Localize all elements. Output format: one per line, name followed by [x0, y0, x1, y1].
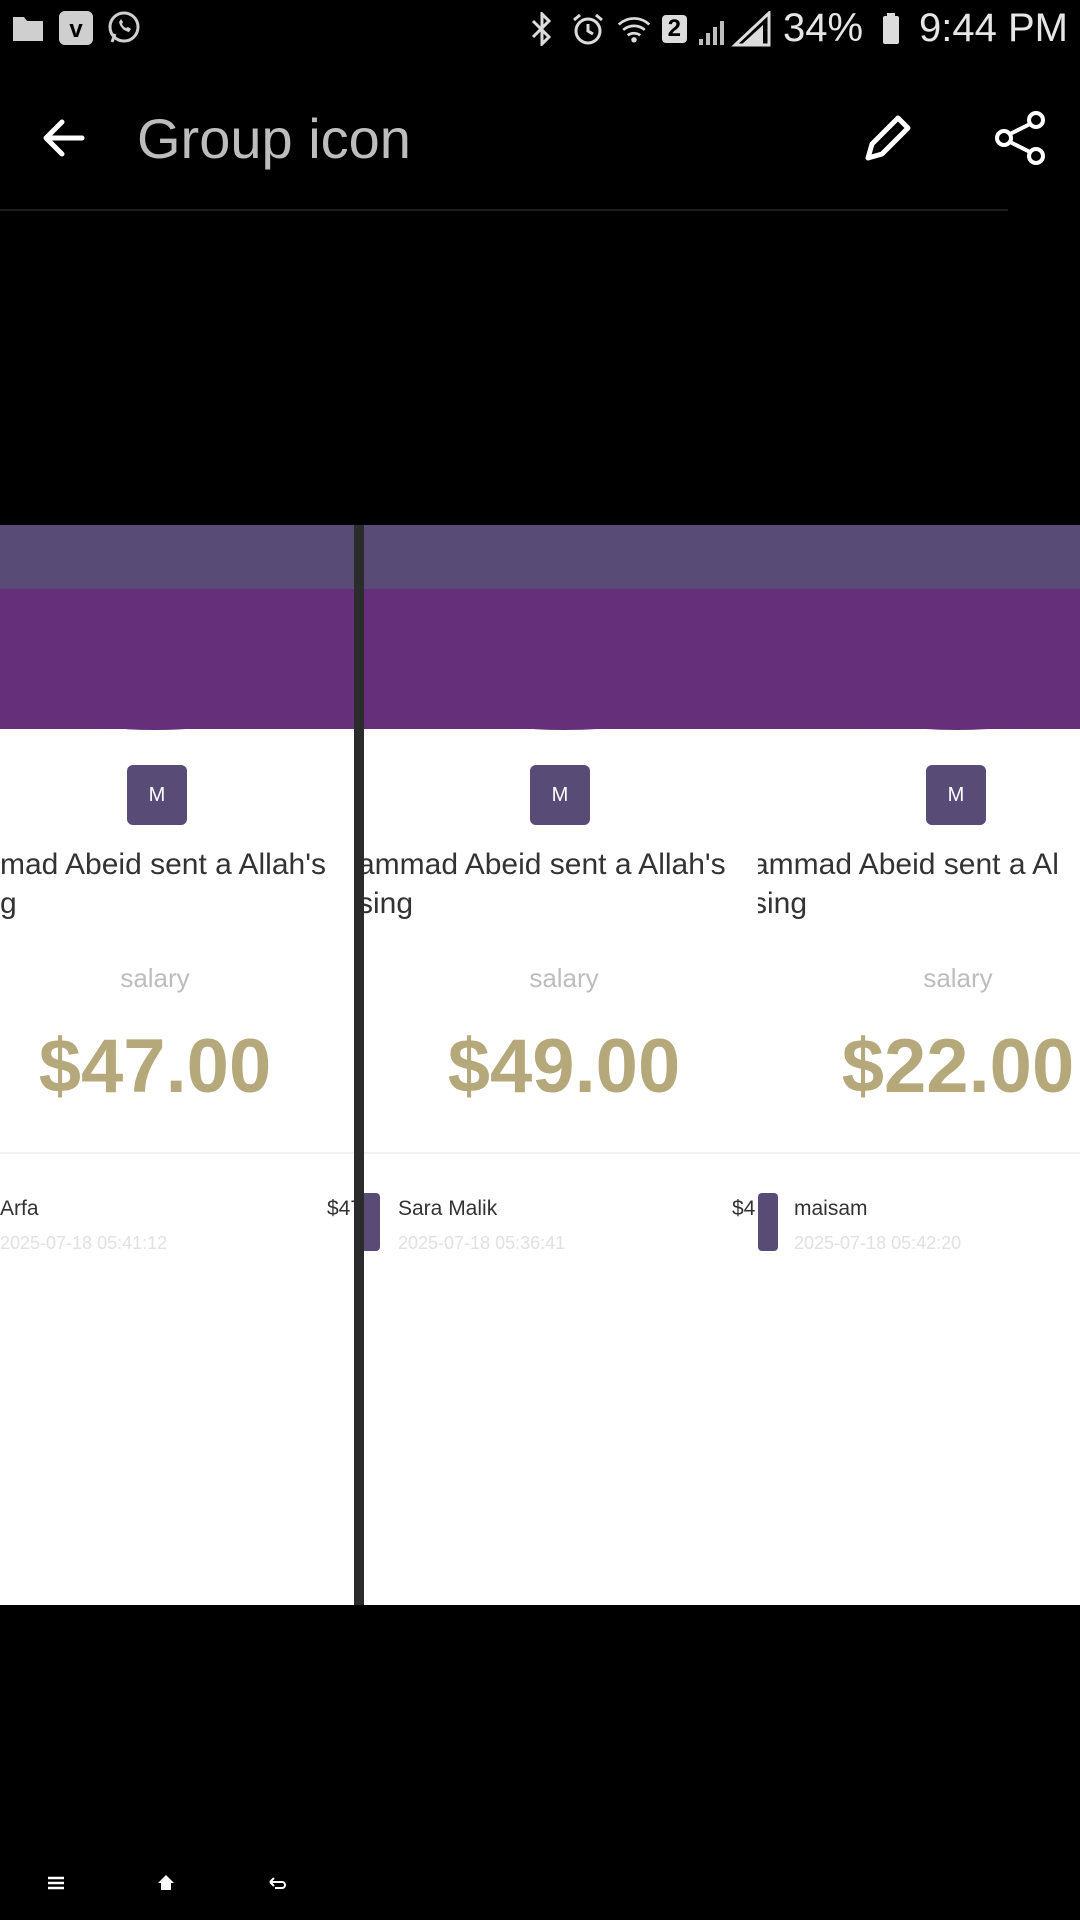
avatar: M: [127, 765, 187, 825]
transaction-date: 2025-07-18 05:41:12: [0, 1233, 168, 1253]
message-text-line2: sing: [758, 887, 808, 920]
avatar: M: [530, 765, 590, 825]
image-viewer[interactable]: M mad Abeid sent a Allah's g salary $47.…: [0, 525, 1080, 1605]
amount-value: $47.00: [38, 1024, 272, 1109]
menu-icon[interactable]: [45, 1872, 67, 1894]
card-panel-3: M ammad Abeid sent a Al sing salary $22.…: [758, 525, 1080, 1605]
card-panel-2: M ammad Abeid sent a Allah's sing salary…: [364, 525, 758, 1605]
battery-percent: 34%: [782, 6, 864, 50]
app-bar: Group icon: [0, 62, 1080, 212]
amount-value: $49.00: [447, 1024, 681, 1109]
bluetooth-icon: [524, 11, 560, 47]
transaction-name: Sara Malik: [398, 1197, 498, 1220]
card-panel-1: M mad Abeid sent a Allah's g salary $47.…: [0, 525, 354, 1605]
status-bar: v 2 34% 9:44 PM: [0, 0, 1080, 62]
message-text: ammad Abeid sent a Al: [758, 848, 1059, 881]
message-text: mad Abeid sent a Allah's: [0, 848, 326, 881]
message-text-line2: sing: [364, 887, 414, 920]
header-curve: [758, 690, 1080, 730]
back-icon[interactable]: [266, 1872, 288, 1894]
message-text-line2: g: [0, 887, 17, 920]
transaction-color-bar: [364, 1193, 380, 1251]
pencil-icon[interactable]: [860, 110, 916, 166]
vimeo-icon: v: [58, 10, 94, 46]
transaction-date: 2025-07-18 05:42:20: [794, 1233, 962, 1253]
signal-icon: [697, 10, 773, 47]
status-left-icons: v: [10, 10, 142, 46]
svg-text:v: v: [69, 16, 83, 43]
navigation-bar: [0, 1842, 1080, 1920]
separator: [364, 1152, 758, 1154]
transaction-date: 2025-07-18 05:36:41: [398, 1233, 566, 1253]
transaction-name: Arfa: [0, 1197, 39, 1220]
clock: 9:44 PM: [919, 6, 1068, 50]
amount-value: $22.00: [841, 1024, 1075, 1109]
page-title: Group icon: [137, 107, 411, 170]
alarm-icon: [570, 11, 606, 47]
status-right: 2 34% 9:44 PM: [524, 6, 1068, 51]
message-text: ammad Abeid sent a Allah's: [364, 848, 726, 881]
battery-icon: [873, 11, 909, 47]
header-band: [758, 525, 1080, 589]
sim-badge: 2: [661, 14, 687, 43]
back-arrow-icon[interactable]: [36, 110, 92, 166]
app-bar-divider: [0, 209, 1008, 211]
home-icon[interactable]: [155, 1872, 177, 1894]
share-icon[interactable]: [990, 108, 1050, 168]
amount-label: salary: [923, 963, 993, 993]
transaction-color-bar: [758, 1193, 778, 1251]
header-curve: [0, 690, 354, 730]
separator: [0, 1152, 354, 1154]
avatar: M: [926, 765, 986, 825]
header-band: [364, 525, 758, 589]
transaction-name: maisam: [794, 1197, 868, 1220]
wifi-icon: [616, 11, 652, 47]
transaction-amount: $47: [327, 1197, 354, 1220]
amount-label: salary: [120, 963, 190, 993]
header-band: [0, 525, 354, 589]
folder-icon: [10, 10, 46, 46]
whatsapp-icon: [106, 10, 142, 46]
panel-divider: [354, 525, 364, 1605]
separator: [758, 1152, 1080, 1154]
amount-label: salary: [529, 963, 599, 993]
header-curve: [364, 690, 758, 730]
transaction-amount: $4: [732, 1197, 756, 1220]
